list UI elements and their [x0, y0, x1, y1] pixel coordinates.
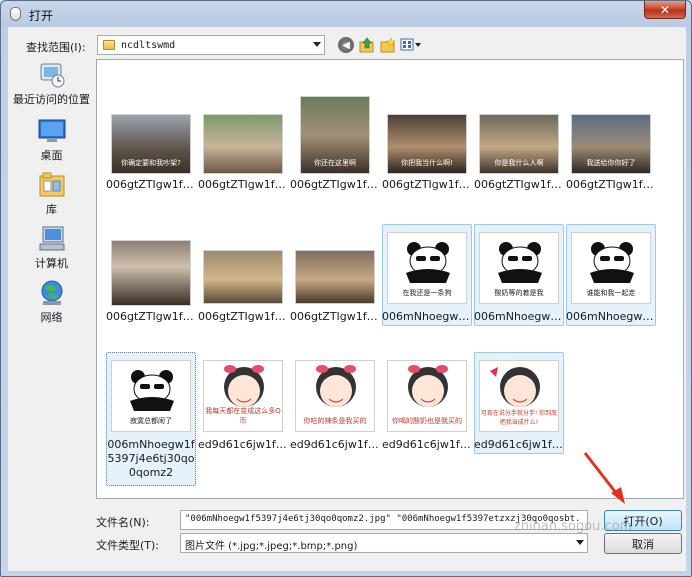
- place-label: 计算机: [35, 257, 68, 270]
- view-icon: [400, 38, 421, 51]
- view-menu-button[interactable]: [400, 37, 422, 53]
- file-thumbnail: 你还在这里啊: [300, 96, 370, 174]
- file-name: ed9d61c6jw1f5...: [290, 438, 380, 451]
- thumbnail-caption: 可现在说分手就分手! 你到底把我当成什么!: [480, 410, 558, 426]
- file-name: 006gtZTIgw1f5...: [474, 178, 564, 191]
- folder-icon: [103, 40, 115, 50]
- thumbnail-caption: 我每天都在变成这么多Q币: [205, 407, 281, 425]
- file-name: 006mNhoegw1...: [382, 310, 472, 323]
- libraries-icon: [39, 172, 64, 197]
- cartoon-girl-icon: [408, 365, 448, 407]
- file-thumbnail: 谁能和我一起走: [571, 232, 651, 304]
- file-name: ed9d61c6jw1f5...: [382, 438, 472, 451]
- file-thumbnail: 我每天都在变成这么多Q币: [203, 360, 283, 432]
- file-name: 006gtZTIgw1f5...: [106, 310, 196, 323]
- place-label: 桌面: [40, 149, 63, 162]
- thumbnail-caption: 在我还是一条狗: [402, 289, 452, 297]
- cartoon-girl-icon: [316, 365, 356, 407]
- file-thumbnail: 寂寞总都闹了: [111, 360, 191, 432]
- file-thumbnail: 你吃的辣条是我买的: [295, 360, 375, 432]
- place-libraries[interactable]: 库: [8, 171, 95, 217]
- lookin-label: 查找范围(I):: [26, 41, 86, 54]
- up-folder-button[interactable]: [359, 37, 375, 53]
- thumbnail-caption: 谁能和我一起走: [586, 289, 636, 297]
- file-thumbnail: 你把我当什么啊!: [387, 114, 467, 174]
- file-thumbnail: [295, 250, 375, 304]
- thumbnail-caption: 酸奶等的着是我: [494, 289, 544, 297]
- panda-face-icon: [590, 242, 634, 283]
- file-name: 006gtZTIgw1f5...: [106, 178, 196, 191]
- new-folder-button[interactable]: [380, 37, 396, 53]
- new-folder-icon: [380, 37, 396, 53]
- filetype-value: 图片文件 (*.jpg;*.jpeg;*.bmp;*.png): [185, 541, 358, 552]
- thumbnail-caption: 你吃的辣条是我买的: [303, 417, 367, 425]
- window-title: 打开: [29, 9, 54, 23]
- file-thumbnail: 我送给你你好了: [571, 114, 651, 174]
- network-icon: [41, 280, 62, 305]
- open-file-dialog: 打开 ✕ 查找范围(I): ncdltswmd ◀ 最近访问的位置 桌面 库 计…: [0, 0, 692, 577]
- file-name: 006gtZTIgw1f5...: [382, 178, 472, 191]
- file-name: 006gtZTIgw1f5...: [290, 178, 380, 191]
- recent-places-icon: [40, 63, 64, 88]
- file-list[interactable]: 你确定要和我吵架? 006gtZTIgw1f5... 006gtZTIgw1f5…: [96, 59, 684, 499]
- file-name: 006gtZTIgw1f5...: [198, 178, 288, 191]
- place-computer[interactable]: 计算机: [8, 225, 95, 271]
- thumbnail-caption: 你把我当什么啊!: [401, 159, 453, 167]
- dialog-client: 查找范围(I): ncdltswmd ◀ 最近访问的位置 桌面 库 计算机 网络…: [8, 27, 686, 571]
- file-name: 006mNhoegw1...: [474, 310, 564, 323]
- panda-face-icon: [406, 242, 450, 283]
- thumbnail-caption: 你是我什么人啊: [494, 159, 544, 167]
- place-recent[interactable]: 最近访问的位置: [8, 61, 95, 107]
- file-name: ed9d61c6jw1f5...: [198, 438, 288, 451]
- thumbnail-caption: 你喝的酸奶也是我买的: [392, 417, 462, 425]
- watermark: zhinan.sogou.com: [514, 519, 633, 534]
- back-button[interactable]: ◀: [338, 37, 354, 53]
- thumbnail-caption: 寂寞总都闹了: [130, 417, 172, 425]
- file-thumbnail: 你确定要和我吵架?: [111, 114, 191, 174]
- places-bar: 最近访问的位置 桌面 库 计算机 网络: [8, 59, 95, 339]
- thumbnail-caption: 你确定要和我吵架?: [121, 159, 181, 167]
- file-thumbnail: 你是我什么人啊: [479, 114, 559, 174]
- file-name: 006gtZTIgw1f5...: [198, 310, 288, 323]
- file-name: 006gtZTIgw1f5...: [290, 310, 380, 323]
- file-thumbnail: 在我还是一条狗: [387, 232, 467, 304]
- thumbnail-caption: 你还在这里啊: [314, 159, 356, 167]
- place-network[interactable]: 网络: [8, 279, 95, 325]
- back-arrow-icon: ◀: [342, 39, 350, 51]
- chevron-down-icon: [313, 42, 321, 47]
- up-folder-icon: [359, 37, 374, 53]
- app-icon: [10, 7, 21, 21]
- title-bar: 打开 ✕: [1, 1, 691, 27]
- file-name: ed9d61c6jw1f5...: [474, 438, 564, 451]
- place-label: 网络: [40, 311, 63, 324]
- close-icon: ✕: [659, 2, 671, 17]
- filetype-label: 文件类型(T):: [96, 539, 160, 552]
- file-thumbnail: [203, 114, 283, 174]
- file-name: 006mNhoegw1f...: [566, 310, 656, 323]
- desktop-icon: [38, 119, 65, 142]
- cancel-button[interactable]: 取消: [604, 533, 682, 554]
- file-thumbnail: 酸奶等的着是我: [479, 232, 559, 304]
- chevron-down-icon: [576, 540, 584, 545]
- file-thumbnail: 你喝的酸奶也是我买的: [387, 360, 467, 432]
- computer-icon: [39, 226, 64, 251]
- place-desktop[interactable]: 桌面: [8, 117, 95, 163]
- filetype-select[interactable]: 图片文件 (*.jpg;*.jpeg;*.bmp;*.png): [180, 533, 588, 553]
- place-label: 最近访问的位置: [13, 93, 90, 106]
- thumbnail-caption: 我送给你你好了: [586, 159, 636, 167]
- filename-label: 文件名(N):: [96, 516, 150, 529]
- place-label: 库: [46, 203, 57, 216]
- lookin-combo[interactable]: ncdltswmd: [97, 35, 325, 55]
- file-thumbnail: [111, 240, 191, 306]
- file-thumbnail: 可现在说分手就分手! 你到底把我当成什么!: [479, 360, 559, 432]
- panda-face-icon: [130, 370, 174, 411]
- file-thumbnail: [203, 250, 283, 304]
- close-button[interactable]: ✕: [644, 1, 686, 19]
- file-name: 006mNhoegw1f5397j4e6tj30qo0qomz2: [107, 438, 195, 479]
- lookin-value: ncdltswmd: [121, 39, 176, 51]
- panda-face-icon: [498, 242, 542, 283]
- file-name: 006gtZTIgw1f5...: [566, 178, 656, 191]
